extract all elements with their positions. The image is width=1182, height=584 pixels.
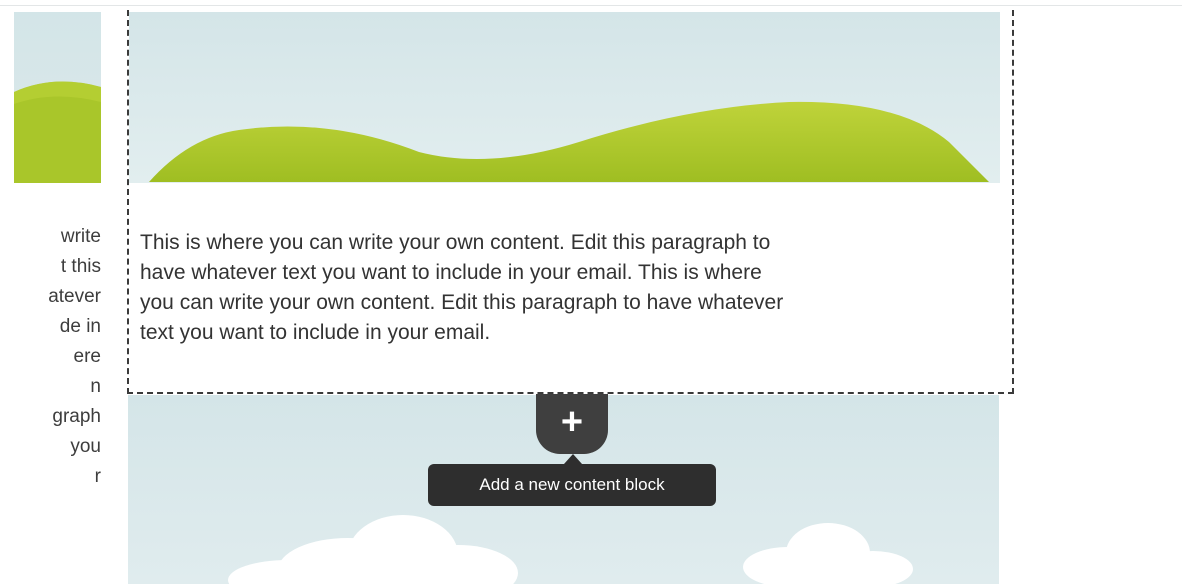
selected-content-block[interactable]: This is where you can write your own con… (127, 10, 1014, 394)
left-text-line: t this (60, 256, 101, 277)
paragraph-line: have whatever text you want to include i… (140, 261, 762, 284)
left-text-line: graph (52, 406, 101, 427)
left-text-line: r (94, 466, 101, 487)
paragraph-line: you can write your own content. Edit thi… (140, 291, 784, 314)
content-paragraph[interactable]: This is where you can write your own con… (140, 228, 1000, 348)
left-text-line: n (90, 376, 101, 397)
plus-icon: + (560, 401, 584, 443)
left-text-line: atever (48, 286, 101, 307)
add-block-tooltip: Add a new content block (428, 464, 716, 506)
top-divider (0, 5, 1182, 6)
left-text-line: write (60, 226, 101, 247)
left-text-line: de in (59, 316, 101, 337)
tooltip-arrow (564, 454, 582, 464)
paragraph-line: This is where you can write your own con… (140, 231, 771, 254)
left-hill-image (14, 12, 101, 183)
left-text-line: you (70, 436, 101, 457)
left-content-column: write t this atever de in ere n graph yo… (0, 0, 118, 584)
paragraph-line: text you want to include in your email. (140, 321, 491, 344)
left-paragraph[interactable]: write t this atever de in ere n graph yo… (14, 222, 101, 492)
hill-header-image[interactable] (129, 12, 1000, 183)
left-text-line: ere (73, 346, 101, 367)
add-content-block-button[interactable]: + (536, 394, 608, 454)
